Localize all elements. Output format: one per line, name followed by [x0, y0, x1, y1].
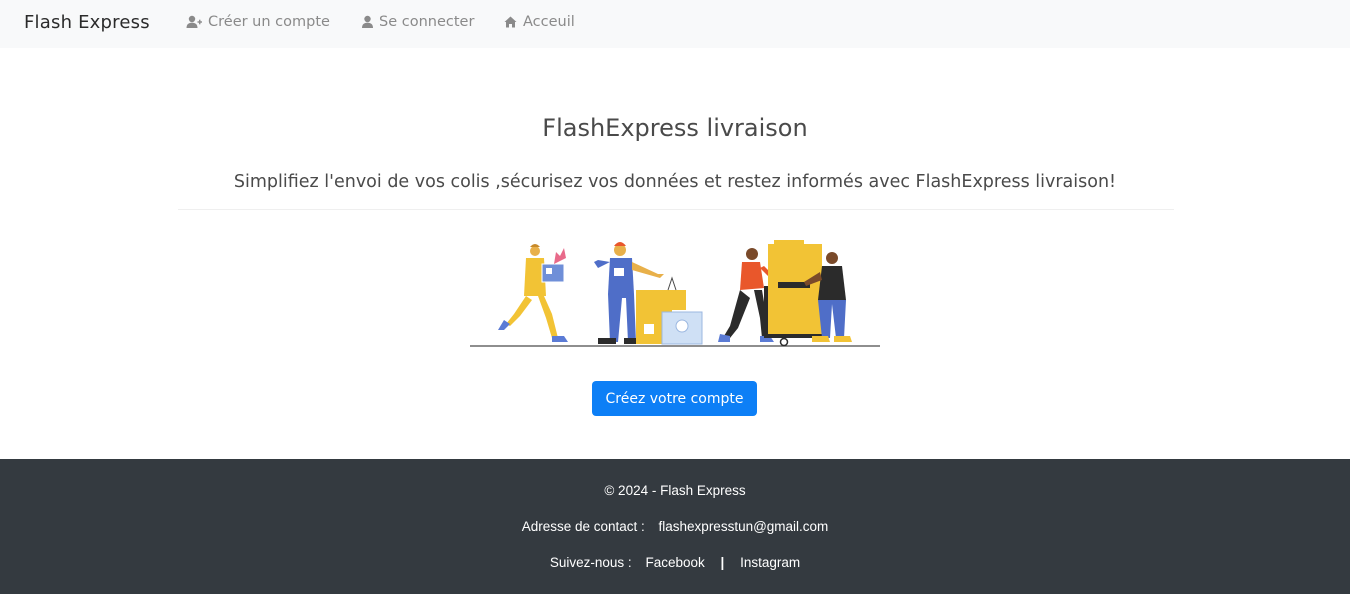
home-icon [504, 16, 517, 28]
page-subtitle: Simplifiez l'envoi de vos colis ,sécuris… [233, 172, 1117, 192]
social-line: Suivez-nous : Facebook | Instagram [0, 555, 1350, 570]
contact-line: Adresse de contact : flashexpresstun@gma… [0, 519, 1350, 534]
brand-link[interactable]: Flash Express [24, 12, 150, 33]
nav-login-label: Se connecter [379, 14, 475, 30]
divider [178, 209, 1174, 210]
delivery-illustration [468, 238, 882, 350]
follow-label: Suivez-nous : [549, 555, 632, 570]
facebook-link[interactable]: Facebook [645, 555, 704, 570]
instagram-link[interactable]: Instagram [740, 555, 800, 570]
contact-email-link[interactable]: flashexpresstun@gmail.com [659, 519, 829, 534]
nav-create-label: Créer un compte [208, 14, 330, 30]
user-icon [362, 15, 373, 29]
footer: © 2024 - Flash Express Adresse de contac… [0, 459, 1350, 594]
nav-create-account[interactable]: Créer un compte [186, 14, 330, 30]
user-plus-icon [186, 15, 202, 29]
main-content: FlashExpress livraison Simplifiez l'envo… [0, 48, 1350, 459]
top-navbar: Flash Express Créer un compte Se connect… [0, 0, 1350, 48]
nav-home[interactable]: Acceuil [504, 14, 575, 30]
contact-label: Adresse de contact : [521, 519, 645, 534]
separator: | [720, 555, 725, 570]
create-account-button[interactable]: Créez votre compte [592, 381, 757, 416]
copyright: © 2024 - Flash Express [604, 483, 746, 498]
nav-home-label: Acceuil [523, 14, 575, 30]
nav-login[interactable]: Se connecter [362, 14, 474, 30]
page-title: FlashExpress livraison [542, 114, 808, 142]
